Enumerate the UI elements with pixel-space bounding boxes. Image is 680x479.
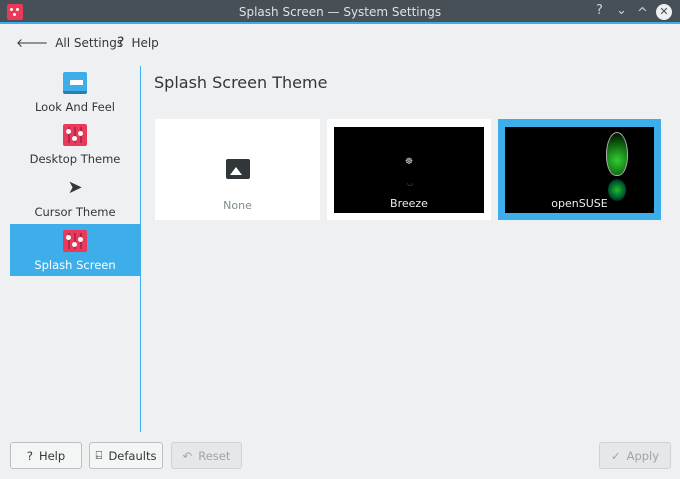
help-label: Help (131, 36, 159, 50)
breeze-preview: ☸ ◡ Breeze (334, 127, 484, 213)
sidebar-divider (140, 66, 141, 432)
opensuse-preview: openSUSE (505, 127, 654, 213)
checkmark-icon: ✓ (610, 448, 621, 463)
window-help-button[interactable]: ? (596, 3, 603, 18)
image-icon (226, 159, 250, 179)
undo-icon: ↶ (182, 448, 193, 463)
all-settings-button[interactable]: 🡐 All Settings (16, 35, 124, 51)
arrow-left-icon: 🡐 (16, 36, 49, 50)
help-icon: ? (117, 35, 125, 51)
theme-card-none[interactable]: None (155, 119, 320, 220)
desktop-theme-icon (63, 124, 87, 146)
splash-screen-icon (63, 230, 87, 252)
help-label: Help (38, 448, 66, 463)
title-bar: Splash Screen — System Settings ? ⌄ ^ ✕ (0, 0, 680, 24)
theme-label: Breeze (390, 197, 428, 210)
reset-label: Reset (198, 448, 231, 463)
sidebar-item-label: Desktop Theme (29, 152, 121, 166)
help-button[interactable]: ? Help (10, 442, 82, 469)
theme-label: openSUSE (551, 197, 608, 210)
theme-card-breeze[interactable]: ☸ ◡ Breeze (327, 119, 491, 220)
defaults-label: Defaults (108, 448, 157, 463)
maximize-button[interactable]: ^ (637, 6, 648, 21)
cursor-icon: ➤ (67, 177, 83, 198)
sidebar-item-look-and-feel[interactable]: Look And Feel (10, 66, 140, 118)
window-title: Splash Screen — System Settings (238, 5, 442, 19)
sidebar-item-desktop-theme[interactable]: Desktop Theme (10, 118, 140, 170)
sidebar-item-label: Splash Screen (34, 258, 116, 272)
defaults-button[interactable]: ⍇ Defaults (89, 442, 163, 469)
apply-button[interactable]: ✓ Apply (599, 442, 671, 469)
look-and-feel-icon (63, 72, 87, 94)
help-icon: ? (26, 448, 33, 463)
bulb-graphic (606, 132, 628, 176)
theme-label: None (223, 199, 252, 212)
apply-label: Apply (626, 448, 660, 463)
close-button[interactable]: ✕ (656, 4, 672, 20)
minimize-button[interactable]: ⌄ (616, 3, 627, 18)
sidebar-item-label: Look And Feel (34, 100, 116, 114)
defaults-icon: ⍇ (95, 448, 103, 462)
theme-card-opensuse[interactable]: openSUSE (498, 119, 661, 220)
reset-button[interactable]: ↶ Reset (171, 442, 242, 469)
page-title: Splash Screen Theme (154, 73, 328, 92)
sidebar-item-cursor-theme[interactable]: ➤ Cursor Theme (10, 171, 140, 223)
all-settings-label: All Settings (55, 35, 124, 50)
help-toolbar-button[interactable]: ? Help (117, 35, 159, 51)
sidebar-item-splash-screen[interactable]: Splash Screen (10, 224, 140, 276)
sidebar-item-label: Cursor Theme (34, 205, 116, 219)
